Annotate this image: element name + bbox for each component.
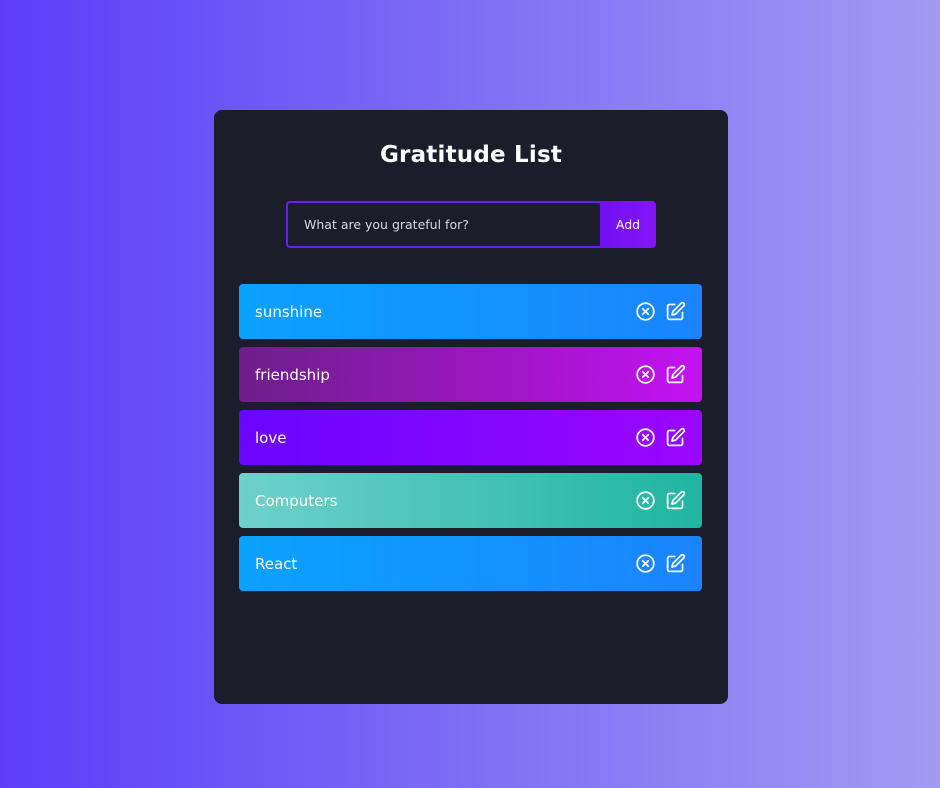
list-item-text: friendship xyxy=(255,365,330,384)
item-actions xyxy=(635,364,686,385)
list-item-text: sunshine xyxy=(255,302,323,321)
add-button[interactable]: Add xyxy=(600,201,656,248)
list-item-text: React xyxy=(255,554,298,573)
edit-icon[interactable] xyxy=(665,427,686,448)
list-item: React xyxy=(239,536,702,591)
close-circle-icon[interactable] xyxy=(635,364,656,385)
page-title: Gratitude List xyxy=(379,142,563,168)
item-actions xyxy=(635,553,686,574)
list-item: Computers xyxy=(239,473,702,528)
gratitude-list: sunshine friendship love Computers React xyxy=(239,284,702,599)
add-item-form: Add xyxy=(286,201,656,248)
list-item: love xyxy=(239,410,702,465)
edit-icon[interactable] xyxy=(665,301,686,322)
list-item-text: love xyxy=(255,428,287,447)
close-circle-icon[interactable] xyxy=(635,427,656,448)
close-circle-icon[interactable] xyxy=(635,490,656,511)
gratitude-card: Gratitude List Add sunshine friendship xyxy=(214,110,728,704)
close-circle-icon[interactable] xyxy=(635,553,656,574)
list-item: sunshine xyxy=(239,284,702,339)
item-actions xyxy=(635,301,686,322)
list-item-text: Computers xyxy=(255,491,338,510)
list-item: friendship xyxy=(239,347,702,402)
item-actions xyxy=(635,490,686,511)
edit-icon[interactable] xyxy=(665,553,686,574)
close-circle-icon[interactable] xyxy=(635,301,656,322)
gratitude-input[interactable] xyxy=(286,201,600,248)
item-actions xyxy=(635,427,686,448)
edit-icon[interactable] xyxy=(665,490,686,511)
edit-icon[interactable] xyxy=(665,364,686,385)
